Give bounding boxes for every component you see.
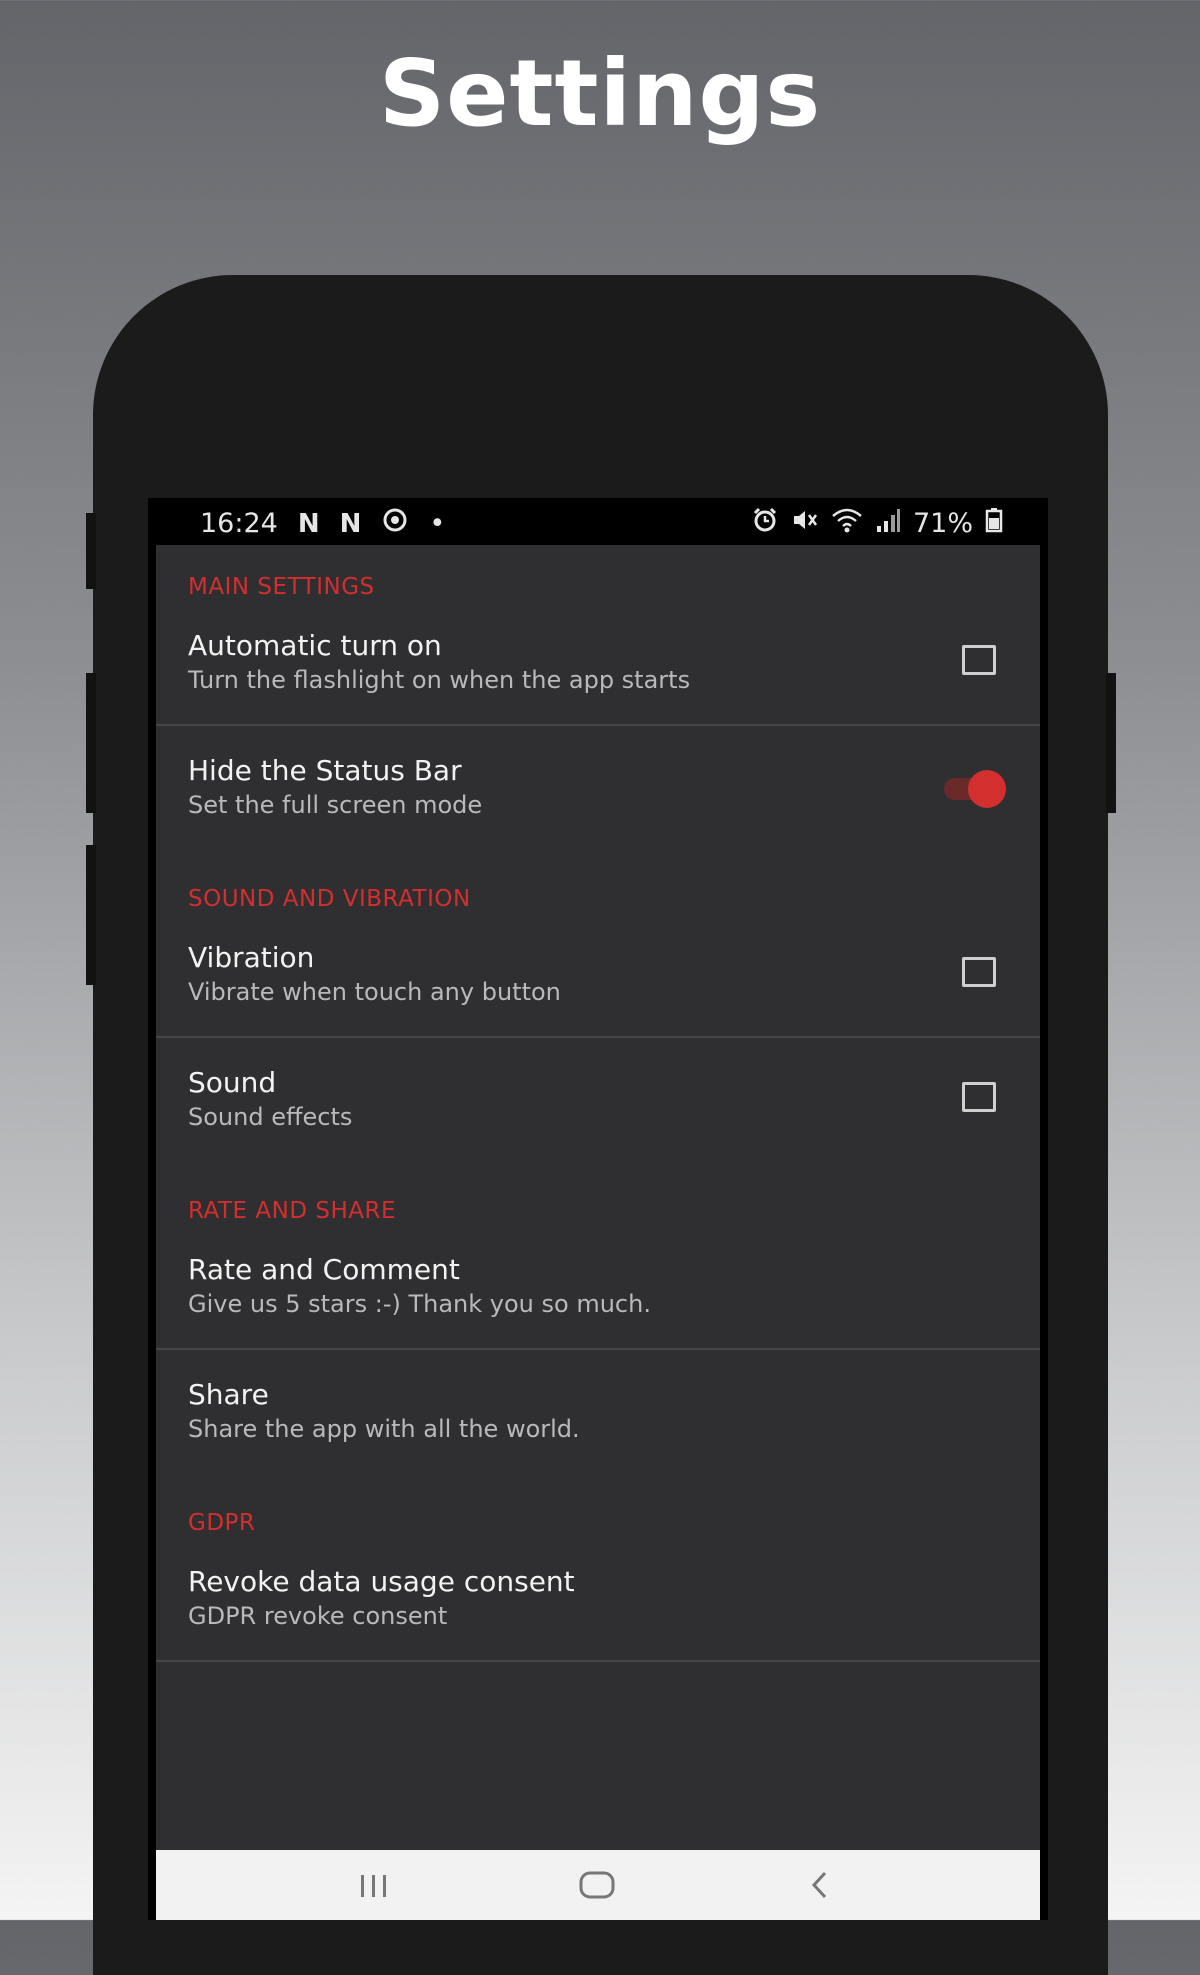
setting-automatic-turn-on[interactable]: Automatic turn on Turn the flashlight on…: [156, 601, 1040, 726]
status-bar: 16:24 N N • 71%: [148, 498, 1048, 545]
setting-title: Hide the Status Bar: [188, 754, 462, 787]
recent-apps-icon[interactable]: [314, 1850, 434, 1920]
setting-title: Rate and Comment: [188, 1253, 460, 1286]
setting-sound[interactable]: Sound Sound effects: [156, 1038, 1040, 1163]
setting-subtitle: Turn the flashlight on when the app star…: [188, 666, 691, 694]
section-header-rate-and-share: RATE AND SHARE: [188, 1198, 396, 1224]
navigation-bar: [156, 1850, 1040, 1920]
setting-subtitle: Give us 5 stars :-) Thank you so much.: [188, 1290, 651, 1318]
sync-icon: [381, 506, 409, 541]
setting-revoke-consent[interactable]: Revoke data usage consent GDPR revoke co…: [156, 1537, 1040, 1662]
vibration-checkbox[interactable]: [962, 957, 996, 987]
switch-thumb: [968, 770, 1006, 808]
wifi-icon: [831, 506, 863, 541]
settings-list: MAIN SETTINGS Automatic turn on Turn the…: [156, 545, 1040, 1850]
setting-subtitle: Vibrate when touch any button: [188, 978, 561, 1006]
phone-side-button-right: [1106, 673, 1116, 813]
notification-n-icon: N: [339, 508, 362, 539]
mute-icon: [791, 506, 819, 541]
setting-vibration[interactable]: Vibration Vibrate when touch any button: [156, 913, 1040, 1038]
automatic-turn-on-checkbox[interactable]: [962, 645, 996, 675]
home-icon[interactable]: [537, 1850, 657, 1920]
sound-checkbox[interactable]: [962, 1082, 996, 1112]
setting-subtitle: Sound effects: [188, 1103, 353, 1131]
setting-subtitle: GDPR revoke consent: [188, 1602, 448, 1630]
battery-percent: 71%: [912, 508, 973, 539]
phone-side-button-left-2: [86, 673, 96, 813]
signal-icon: [875, 506, 901, 541]
section-header-gdpr: GDPR: [188, 1510, 256, 1536]
page-headline: Settings: [378, 40, 822, 147]
setting-hide-status-bar[interactable]: Hide the Status Bar Set the full screen …: [156, 726, 1040, 851]
section-header-sound-and-vibration: SOUND AND VIBRATION: [188, 886, 471, 912]
setting-title: Vibration: [188, 941, 315, 974]
setting-title: Share: [188, 1378, 269, 1411]
setting-subtitle: Share the app with all the world.: [188, 1415, 580, 1443]
battery-icon: [985, 507, 1003, 540]
hide-status-bar-switch[interactable]: [940, 770, 1006, 808]
notification-n-icon: N: [297, 508, 320, 539]
setting-title: Sound: [188, 1066, 277, 1099]
setting-subtitle: Set the full screen mode: [188, 791, 483, 819]
phone-side-button-left-3: [86, 845, 96, 985]
back-icon[interactable]: [760, 1850, 880, 1920]
phone-side-button-left-1: [86, 513, 96, 589]
setting-title: Revoke data usage consent: [188, 1565, 575, 1598]
setting-rate-and-comment[interactable]: Rate and Comment Give us 5 stars :-) Tha…: [156, 1225, 1040, 1350]
setting-title: Automatic turn on: [188, 629, 442, 662]
row-divider: [156, 1660, 1040, 1662]
setting-share[interactable]: Share Share the app with all the world.: [156, 1350, 1040, 1475]
phone-screen: 16:24 N N • 71% MAIN SETTINGS Automatic …: [148, 498, 1048, 1920]
section-header-main-settings: MAIN SETTINGS: [188, 574, 375, 600]
more-notifications-dot: •: [429, 508, 446, 539]
status-time: 16:24: [200, 508, 278, 539]
alarm-icon: [751, 506, 779, 541]
